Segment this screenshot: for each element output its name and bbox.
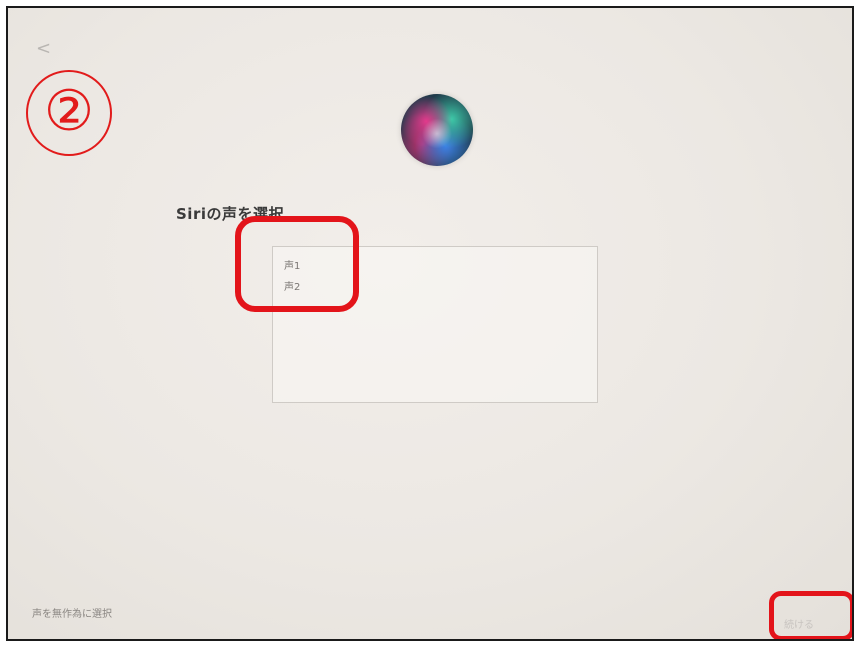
- setup-screen: < ② Siriの声を選択 声1 声2 声を無作為に選択 続ける: [6, 6, 854, 641]
- back-chevron-icon[interactable]: <: [36, 38, 51, 59]
- voice-options-highlight-annotation: [235, 216, 359, 312]
- step-number-annotation: ②: [26, 70, 112, 156]
- continue-highlight-annotation: [769, 591, 852, 639]
- siri-orb-icon: [401, 94, 473, 166]
- random-voice-button[interactable]: 声を無作為に選択: [32, 605, 112, 620]
